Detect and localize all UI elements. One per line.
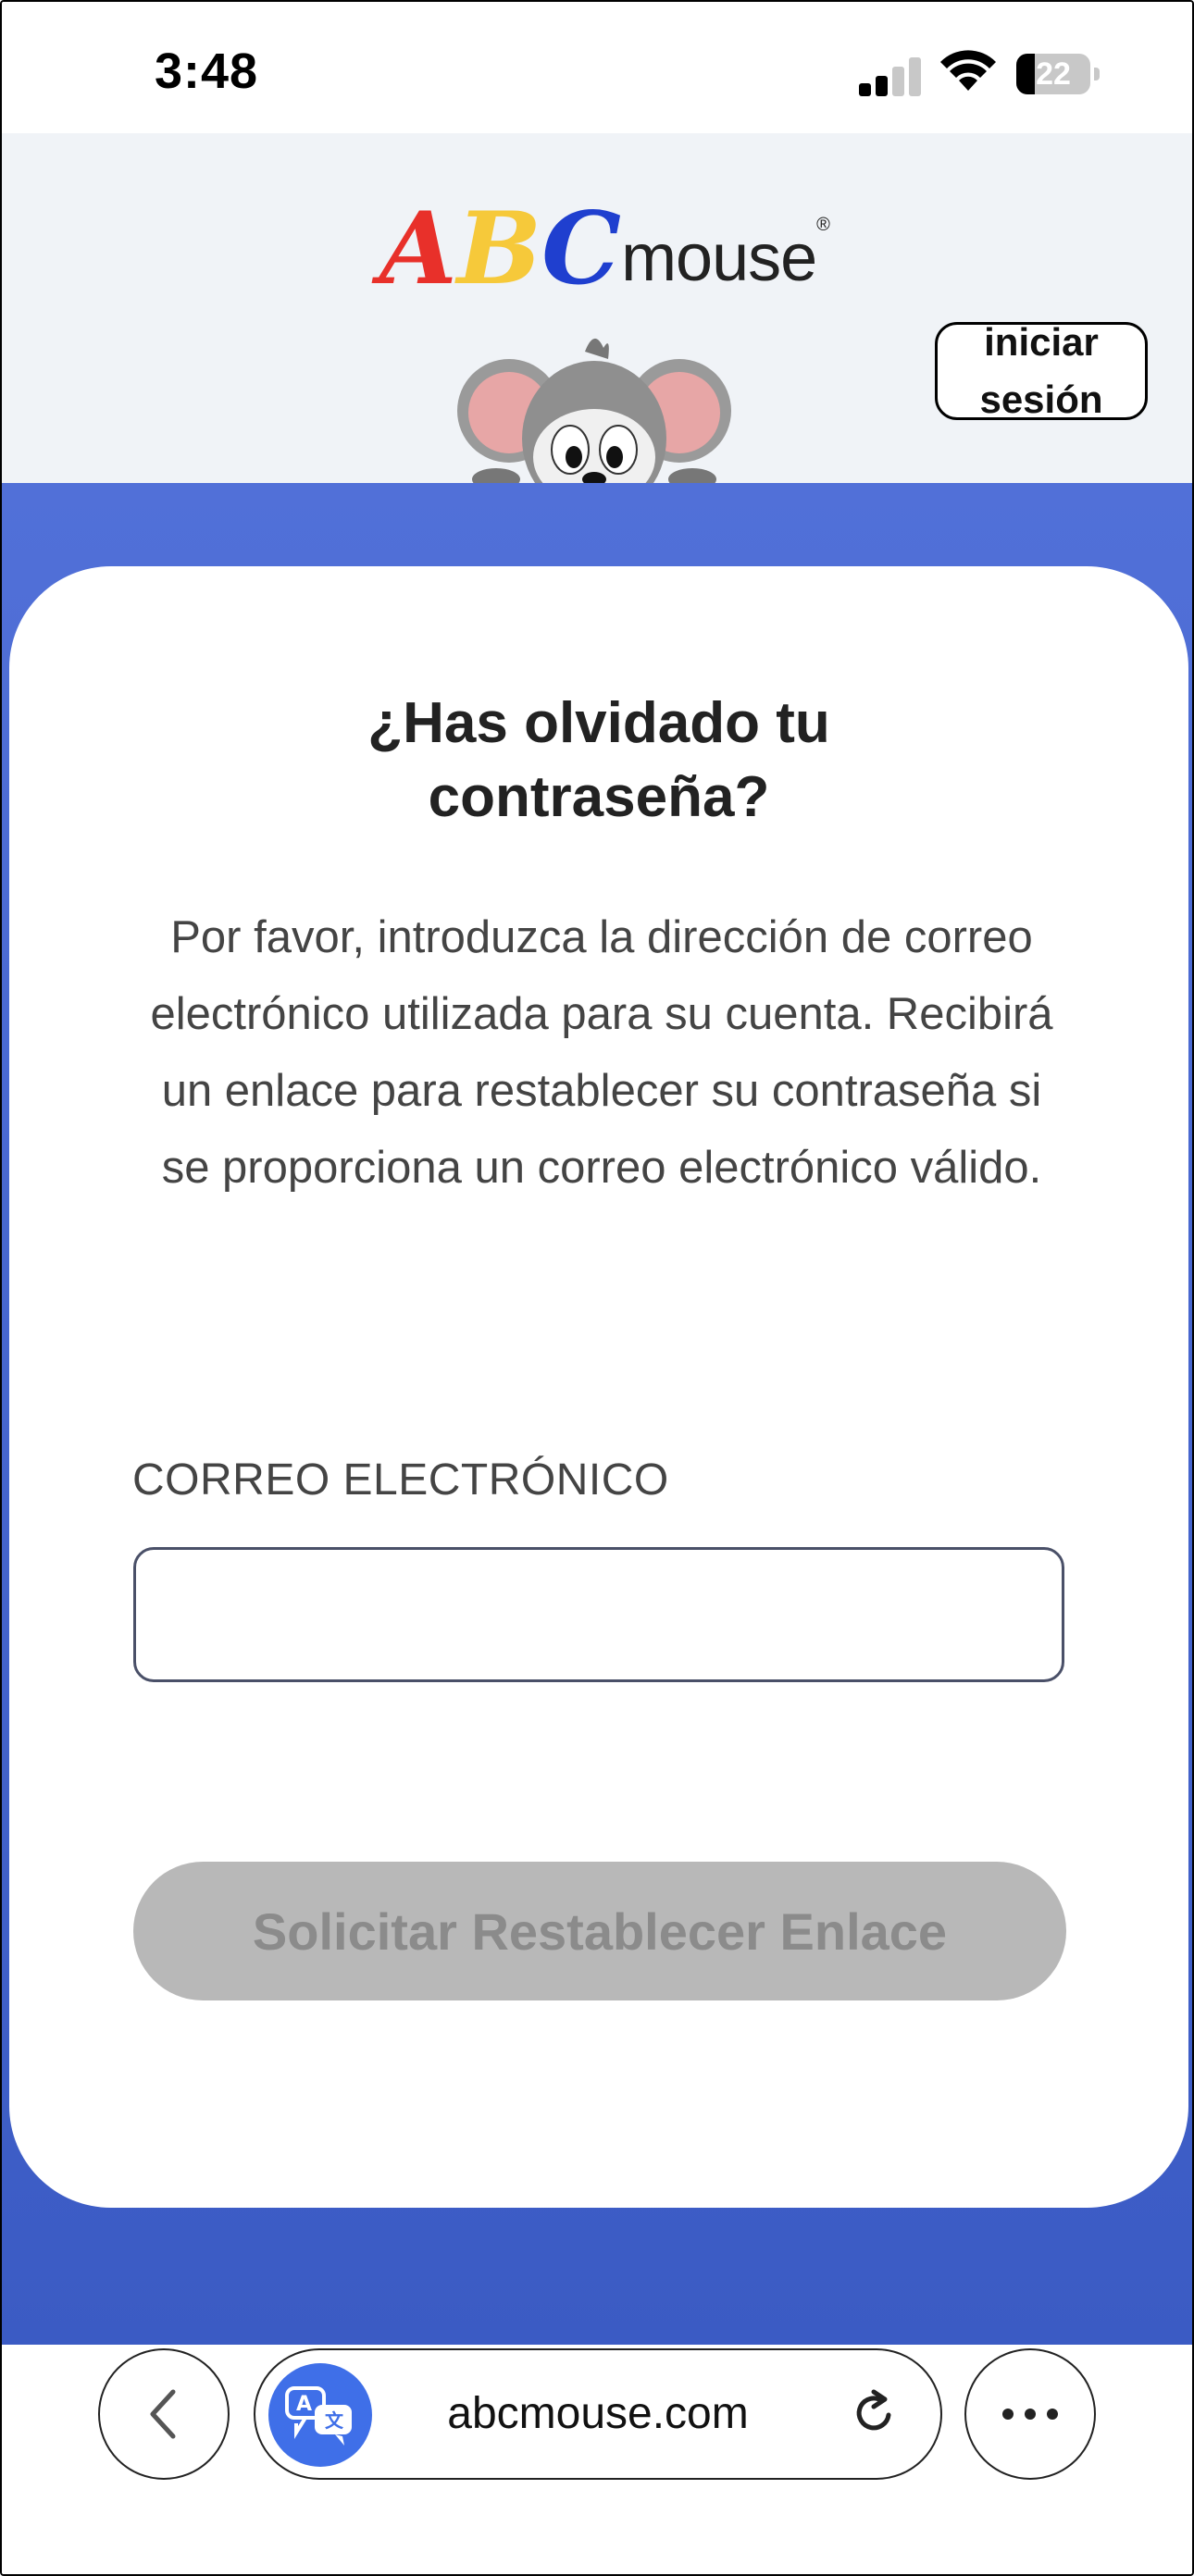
request-reset-link-button[interactable]: Solicitar Restablecer Enlace	[133, 1862, 1066, 2000]
more-icon	[1002, 2409, 1058, 2420]
svg-text:A: A	[296, 2393, 312, 2416]
mascot-mouse	[455, 328, 733, 485]
address-bar[interactable]: A 文 abcmouse.com	[254, 2348, 942, 2480]
main-background: ¿Has olvidado tu contraseña? Por favor, …	[2, 483, 1192, 2345]
site-header: ABCmouse® iniciar sesión	[2, 133, 1192, 485]
status-bar: 3:48 22	[2, 2, 1192, 133]
email-input[interactable]	[133, 1547, 1064, 1682]
logo-letter-c: C	[541, 191, 622, 307]
logo-word-mouse: mouse	[621, 221, 817, 295]
url-text: abcmouse.com	[447, 2389, 749, 2438]
svg-text:文: 文	[325, 2409, 344, 2432]
signin-label: iniciar sesión	[979, 320, 1103, 421]
instructions-text: Por favor, introduzca la dirección de co…	[150, 912, 1053, 1193]
translate-button[interactable]: A 文	[268, 2363, 372, 2467]
forgot-password-card: ¿Has olvidado tu contraseña? Por favor, …	[9, 566, 1188, 2208]
back-chevron-icon	[150, 2389, 176, 2439]
page-title: ¿Has olvidado tu contraseña?	[367, 691, 830, 829]
battery-icon: 22	[1016, 54, 1101, 94]
signin-button[interactable]: iniciar sesión	[935, 320, 1148, 421]
logo-letter-b: B	[456, 191, 542, 307]
logo-letter-a: A	[379, 191, 457, 307]
logo-registered-mark: ®	[816, 215, 830, 235]
wifi-icon	[940, 50, 996, 91]
email-label: CORREO ELECTRÓNICO	[132, 1455, 669, 1505]
screen: 3:48 22 ABCmouse® iniciar sesión ¿Has ol…	[0, 0, 1194, 2576]
status-time: 3:48	[155, 43, 259, 99]
battery-level: 22	[1036, 56, 1071, 92]
abcmouse-logo[interactable]: ABCmouse®	[379, 198, 830, 300]
translate-icon: A 文	[285, 2386, 352, 2446]
signal-icon	[859, 54, 924, 96]
reload-icon[interactable]	[848, 2387, 900, 2439]
back-button[interactable]	[98, 2348, 230, 2480]
more-button[interactable]	[964, 2348, 1096, 2480]
